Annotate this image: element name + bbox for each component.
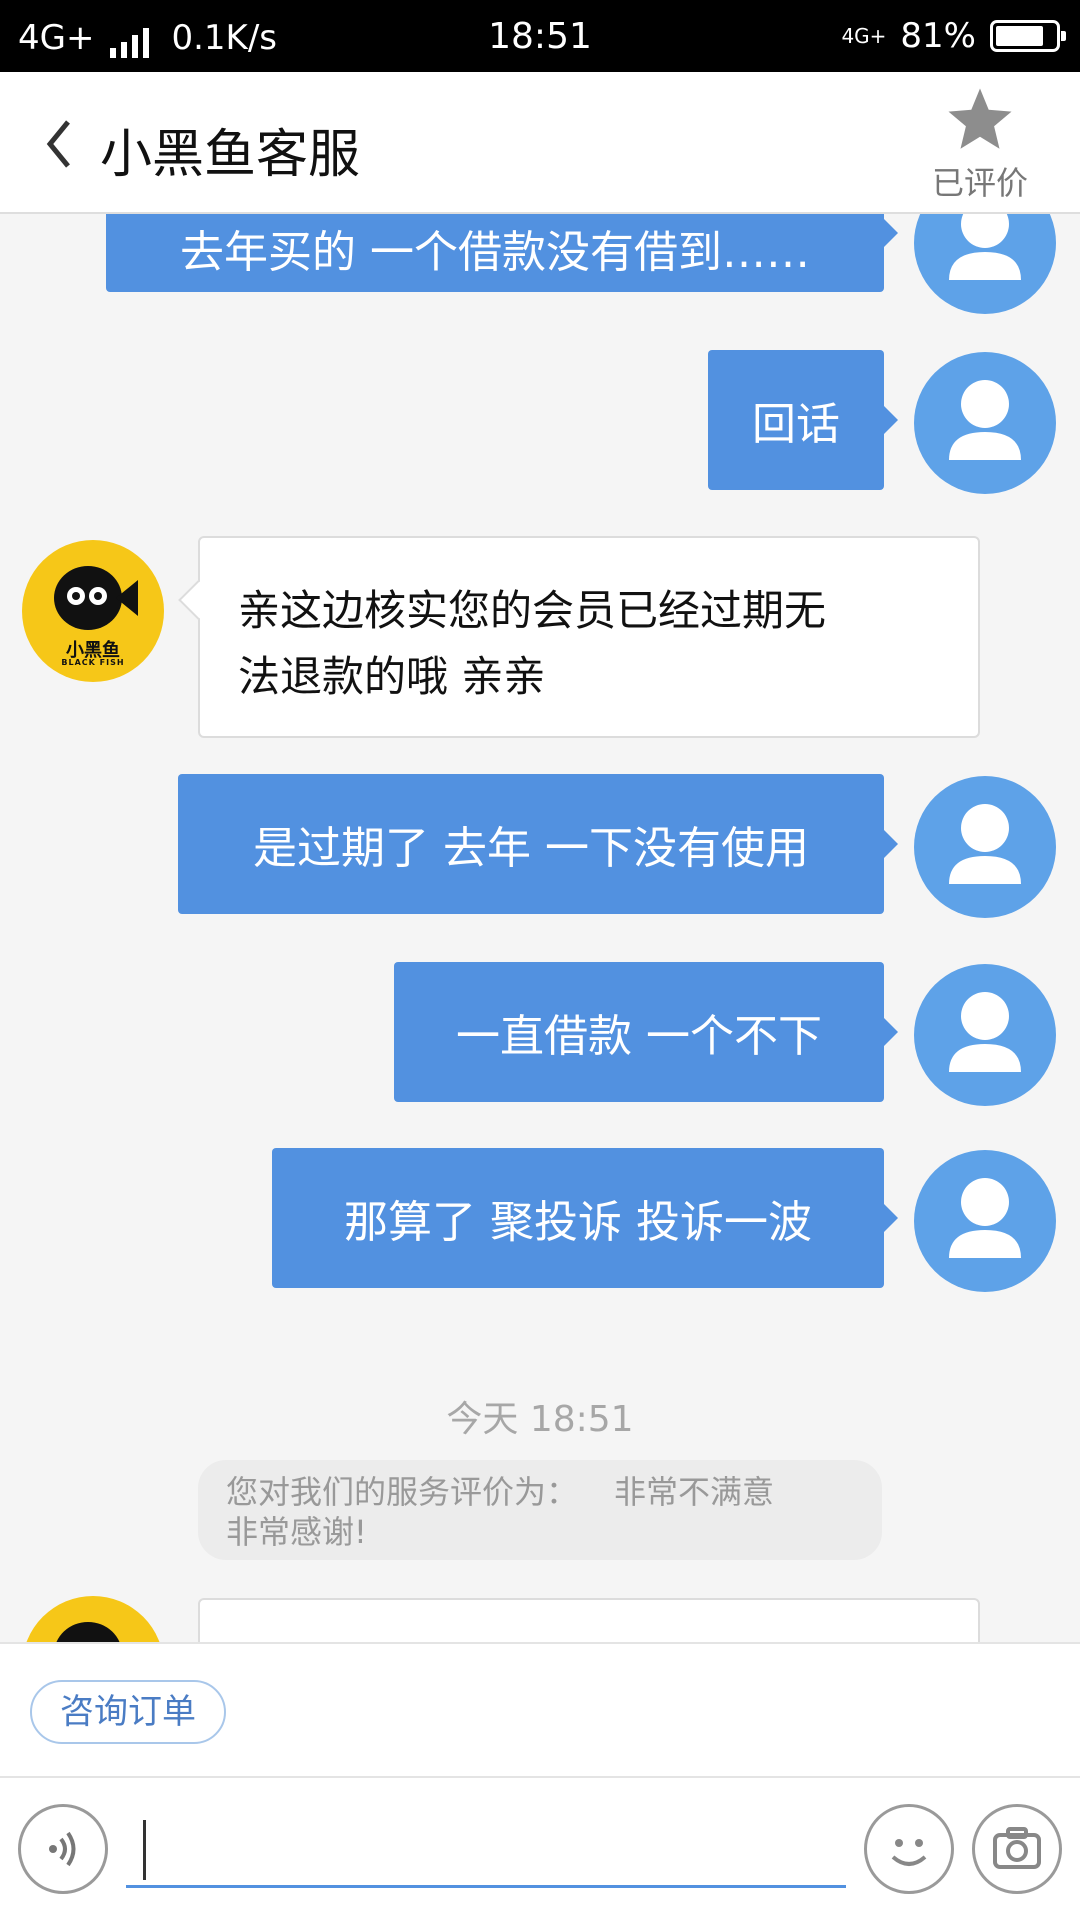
user-avatar[interactable] <box>914 776 1056 918</box>
message-line: 亲这边核实您的会员已经过期无 <box>238 586 827 635</box>
message-input[interactable] <box>126 1808 846 1888</box>
quick-actions-bar: 咨询订单 <box>0 1642 1080 1778</box>
message-text: 回话 <box>752 399 840 450</box>
chat-area[interactable]: 去年买的 一个借款没有借到…… 回话 小黑鱼 BLACK FISH 亲这边核实您… <box>0 214 1080 1642</box>
rating-value: 非常不满意 <box>614 1473 775 1511</box>
user-avatar[interactable] <box>914 1150 1056 1292</box>
user-avatar[interactable] <box>914 352 1056 494</box>
user-avatar-icon <box>949 214 1021 280</box>
user-avatar-icon <box>949 1178 1021 1258</box>
battery-percent: 81% <box>900 16 976 56</box>
message-timestamp: 今天 18:51 <box>446 1399 634 1440</box>
message-text: 那算了 聚投诉 投诉一波 <box>344 1197 812 1248</box>
rating-thanks: 非常感谢! <box>226 1513 367 1551</box>
battery-icon <box>990 20 1066 52</box>
user-message-bubble[interactable]: 去年买的 一个借款没有借到…… <box>106 214 898 292</box>
user-avatar-icon <box>949 804 1021 884</box>
star-icon <box>948 88 1012 149</box>
agent-avatar[interactable] <box>22 1596 164 1642</box>
user-message-bubble[interactable]: 是过期了 去年 一下没有使用 <box>178 774 898 914</box>
bot-logo-subtitle: BLACK FISH <box>61 658 125 667</box>
emoji-button[interactable] <box>864 1804 954 1894</box>
message-line: 法退款的哦 亲亲 <box>238 652 546 701</box>
user-message-bubble[interactable]: 回话 <box>708 350 898 490</box>
user-avatar-icon <box>949 380 1021 460</box>
agent-avatar[interactable]: 小黑鱼 BLACK FISH <box>22 540 164 682</box>
page-title: 小黑鱼客服 <box>100 125 361 185</box>
rated-label: 已评价 <box>931 164 1028 202</box>
network-type-right: 4G+ <box>841 24 887 48</box>
camera-icon <box>993 1827 1041 1869</box>
rated-button[interactable]: 已评价 <box>910 84 1050 204</box>
user-avatar-icon <box>949 992 1021 1072</box>
agent-message-bubble[interactable] <box>198 1598 980 1642</box>
user-message-bubble[interactable]: 那算了 聚投诉 投诉一波 <box>272 1148 898 1288</box>
chat-header: 小黑鱼客服 已评价 <box>0 72 1080 214</box>
fish-logo-icon <box>56 1622 120 1642</box>
voice-icon <box>49 1831 76 1867</box>
status-bar: 4G+ 0.1K/s 18:51 4G+ 81% <box>0 0 1080 72</box>
user-message-bubble[interactable]: 一直借款 一个不下 <box>394 962 898 1102</box>
chevron-left-icon[interactable] <box>40 114 80 174</box>
message-text: 是过期了 去年 一下没有使用 <box>253 823 809 874</box>
rating-prefix: 您对我们的服务评价为： <box>226 1473 579 1511</box>
status-right: 4G+ 81% <box>841 16 1066 56</box>
input-bar <box>0 1778 1080 1920</box>
consult-order-chip[interactable]: 咨询订单 <box>30 1680 226 1744</box>
user-avatar[interactable] <box>914 214 1056 314</box>
message-text: 一直借款 一个不下 <box>456 1011 822 1062</box>
battery-fill <box>996 26 1043 46</box>
text-caret <box>143 1820 146 1880</box>
agent-message-bubble[interactable]: 亲这边核实您的会员已经过期无 法退款的哦 亲亲 <box>198 536 980 738</box>
rating-system-note: 您对我们的服务评价为： 非常不满意 非常感谢! <box>198 1460 882 1560</box>
voice-button[interactable] <box>18 1804 108 1894</box>
user-avatar[interactable] <box>914 964 1056 1106</box>
camera-button[interactable] <box>972 1804 1062 1894</box>
emoji-icon <box>891 1839 927 1866</box>
message-text: 去年买的 一个借款没有借到…… <box>180 227 810 278</box>
